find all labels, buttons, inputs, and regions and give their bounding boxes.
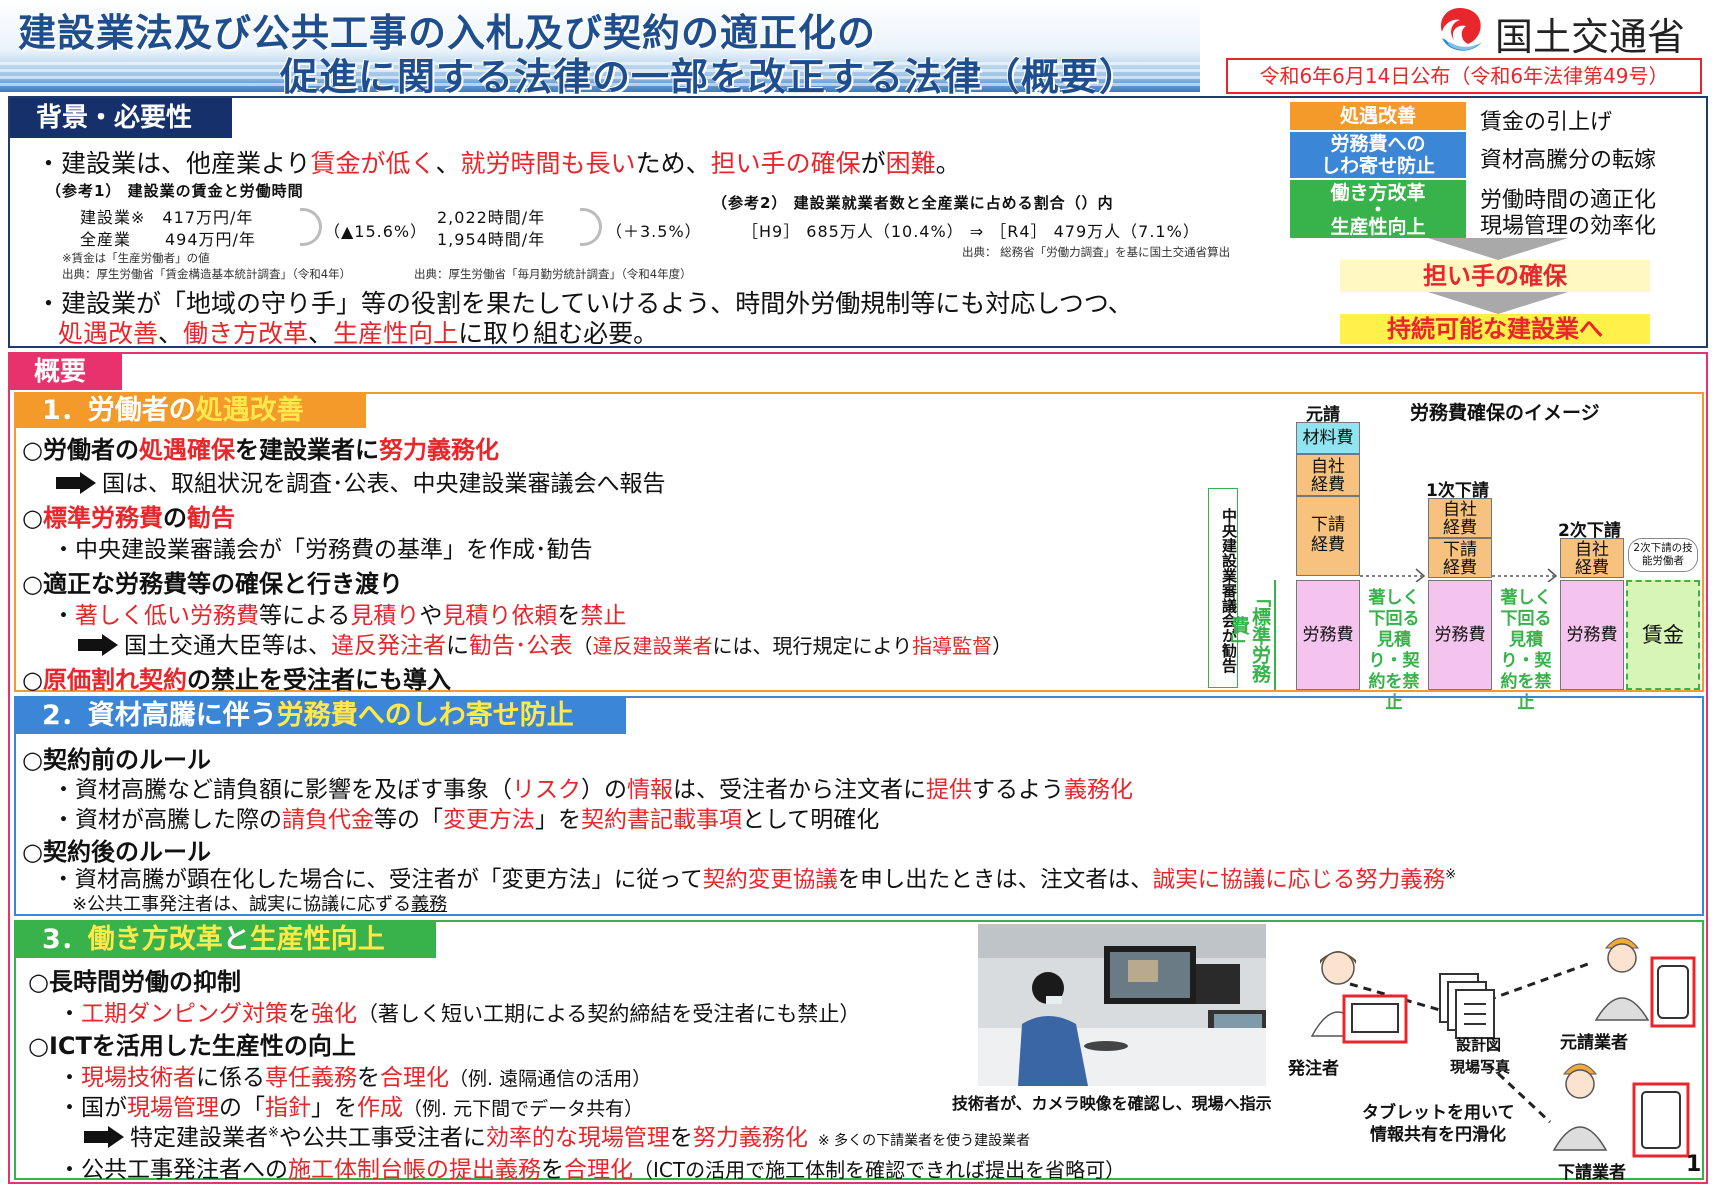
diagram-standard-bracket — [1274, 580, 1276, 690]
label-orderer: 発注者 — [1288, 1059, 1339, 1079]
reference-2-source: 出典： 総務省「労働力調査」を基に国土交通省算出 — [962, 245, 1231, 259]
label-design-drawings: 設計図 — [1456, 1036, 1502, 1054]
s2-line-1: ・資材高騰など請負額に影響を及ぼす事象（リスク）の情報は、受注者から注文者に提供… — [52, 777, 1133, 803]
diagram-prime-own-cost: 自社経費 — [1296, 454, 1360, 496]
desc-material-pass-through: 資材高騰分の転嫁 — [1480, 148, 1657, 173]
s1-heading-3: ○適正な労務費等の確保と行き渡り — [22, 570, 403, 598]
s1-line-3: ・著しく低い労務費等による見積りや見積り依頼を禁止 — [52, 603, 627, 629]
s1-line-2: ・中央建設業審議会が「労務費の基準」を作成･勧告 — [52, 537, 593, 563]
right-arrow-icon — [78, 634, 118, 656]
s1-heading-4: ○原価割れ契約の禁止を受注者にも導入 — [22, 666, 451, 694]
pass-arrow-icon — [1492, 568, 1558, 582]
background-label: 背景・必要性 — [10, 98, 232, 138]
page-number: 1 — [1686, 1152, 1702, 1177]
label-site-photos: 現場写真 — [1450, 1058, 1511, 1076]
diagram-sub1-sub-cost: 下請経費 — [1428, 538, 1492, 578]
diagram-sub2-own-cost: 自社経費 — [1560, 538, 1624, 578]
desc-site-management: 現場管理の効率化 — [1480, 214, 1657, 239]
diagram-sub1-labor: 労務費 — [1428, 580, 1492, 690]
reference-1-construction-wage: 建設業※ 417万円/年 — [80, 208, 254, 227]
diagram-skilled-worker-bubble: 2次下請の技能労働者 — [1628, 538, 1698, 572]
s1-heading-2: ○標準労務費の勧告 — [22, 504, 235, 532]
overview-label: 概要 — [10, 354, 122, 390]
reference-1-title: （参考1） 建設業の賃金と労働時間 — [46, 182, 304, 200]
section-1-label: 1．労働者の処遇改善 — [16, 394, 366, 428]
right-arrow-icon — [84, 1126, 124, 1148]
wage-source: 出典：厚生労働省「賃金構造基本統計調査」（令和4年） — [62, 267, 352, 281]
reference-1-all-industry-wage: 全産業 494万円/年 — [80, 230, 256, 249]
promulgation-date: 令和6年6月14日公布（令和6年法律第49号） — [1226, 58, 1702, 94]
label-prime-contractor: 元請業者 — [1560, 1033, 1628, 1053]
background-bullet-1: ・建設業は、他産業より賃金が低く、就労時間も長いため、担い手の確保が困難。 — [36, 149, 961, 178]
s3-heading-2: ○ICTを活用した生産性の向上 — [28, 1032, 356, 1060]
wage-note: ※賃金は「生産労働者」の値 — [62, 251, 210, 265]
page-title-line2: 促進に関する法律の一部を改正する法律（概要） — [280, 55, 1139, 99]
label-tablet-2: 情報共有を円滑化 — [1370, 1125, 1506, 1145]
s1-heading-1: ○労働者の処遇確保を建設業者に努力義務化 — [22, 436, 499, 464]
reference-2-title: （参考2） 建設業就業者数と全産業に占める割合（）内 — [712, 194, 1114, 212]
result-secure-workers: 担い手の確保 — [1340, 260, 1650, 292]
construction-hours: 2,022時間/年 — [437, 208, 546, 227]
diagram-prime-labor: 労務費 — [1296, 580, 1360, 690]
s3-line-5: ・公共工事発注者への施工体制台帳の提出義務を合理化（ICTの活用で施工体制を確認… — [58, 1157, 1126, 1183]
section-2-label: 2．資材高騰に伴う労務費へのしわ寄せ防止 — [16, 698, 626, 734]
diagram-title: 労務費確保のイメージ — [1410, 402, 1600, 424]
ministry-name: 国土交通省 — [1495, 15, 1686, 59]
right-arrow-icon — [56, 472, 96, 494]
s2-note: ※公共工事発注者は、誠実に協議に応ずる義務 — [72, 894, 448, 915]
diagram-prime-sub-cost: 下請経費 — [1296, 496, 1360, 576]
mlit-logo-icon — [1440, 8, 1482, 51]
s3-heading-1: ○長時間労働の抑制 — [28, 968, 241, 996]
desc-wage-raise: 賃金の引上げ — [1480, 110, 1613, 135]
diagram-council-label: 中央建設業審議会が勧告 — [1208, 488, 1238, 688]
pass-arrow-icon — [1360, 568, 1426, 582]
s1-line-4: 国土交通大臣等は、違反発注者に勧告･公表（違反建設業者には、現行規定により指導監… — [78, 626, 1012, 660]
tag-work-style-productivity: 働き方改革・生産性向上 — [1290, 180, 1466, 238]
diagram-standard-label: 「標準労務費」 — [1228, 587, 1271, 683]
photo-caption: 技術者が、カメラ映像を確認し、現場へ指示 — [952, 1094, 1272, 1113]
s3-line-2: ・現場技術者に係る専任義務を合理化（例. 遠隔通信の活用） — [58, 1065, 652, 1091]
label-sub-contractor: 下請業者 — [1558, 1163, 1626, 1183]
down-arrow-icon — [1428, 238, 1568, 260]
wage-difference: （▲15.6%） — [324, 222, 428, 241]
s2-line-2: ・資材が高騰した際の請負代金等の「変更方法」を契約書記載事項として明確化 — [52, 807, 880, 833]
s3-line-3: ・国が現場管理の「指針」を作成（例. 元下間でデータ共有） — [58, 1095, 644, 1121]
hours-source: 出典：厚生労働省「毎月勤労統計調査」（令和4年度） — [414, 267, 692, 281]
s3-line-1: ・工期ダンピング対策を強化（著しく短い工期による契約締結を受注者にも禁止） — [58, 1001, 861, 1027]
s3-line-4: 特定建設業者※や公共工事受注者に効率的な現場管理を努力義務化 ※ 多くの下請業者を… — [84, 1118, 1030, 1152]
section-3-label: 3．働き方改革と生産性向上 — [16, 922, 436, 958]
all-industry-hours: 1,954時間/年 — [437, 230, 546, 249]
reference-2-workers: ［H9］ 685万人（10.4%） ⇒ ［R4］ 479万人（7.1%） — [742, 222, 1200, 241]
down-arrow-icon — [1428, 292, 1568, 314]
result-sustainable-industry: 持続可能な建設業へ — [1340, 314, 1650, 344]
diagram-material-cost: 材料費 — [1296, 422, 1360, 454]
s1-line-1: 国は、取組状況を調査･公表、中央建設業審議会へ報告 — [56, 464, 666, 498]
diagram-sub2-labor: 労務費 — [1560, 580, 1624, 690]
background-bullet-2-cont: 処遇改善、働き方改革、生産性向上に取り組む必要。 — [58, 319, 659, 348]
tag-labor-cost-protection: 労務費への しわ寄せ防止 — [1290, 132, 1466, 178]
diagram-sub1-own-cost: 自社経費 — [1428, 498, 1492, 538]
remote-monitoring-photo — [978, 924, 1266, 1086]
diagram-wage: 賃金 — [1626, 580, 1700, 690]
hours-difference: （＋3.5%） — [606, 222, 702, 241]
tag-treatment-improvement: 処遇改善 — [1290, 102, 1466, 130]
